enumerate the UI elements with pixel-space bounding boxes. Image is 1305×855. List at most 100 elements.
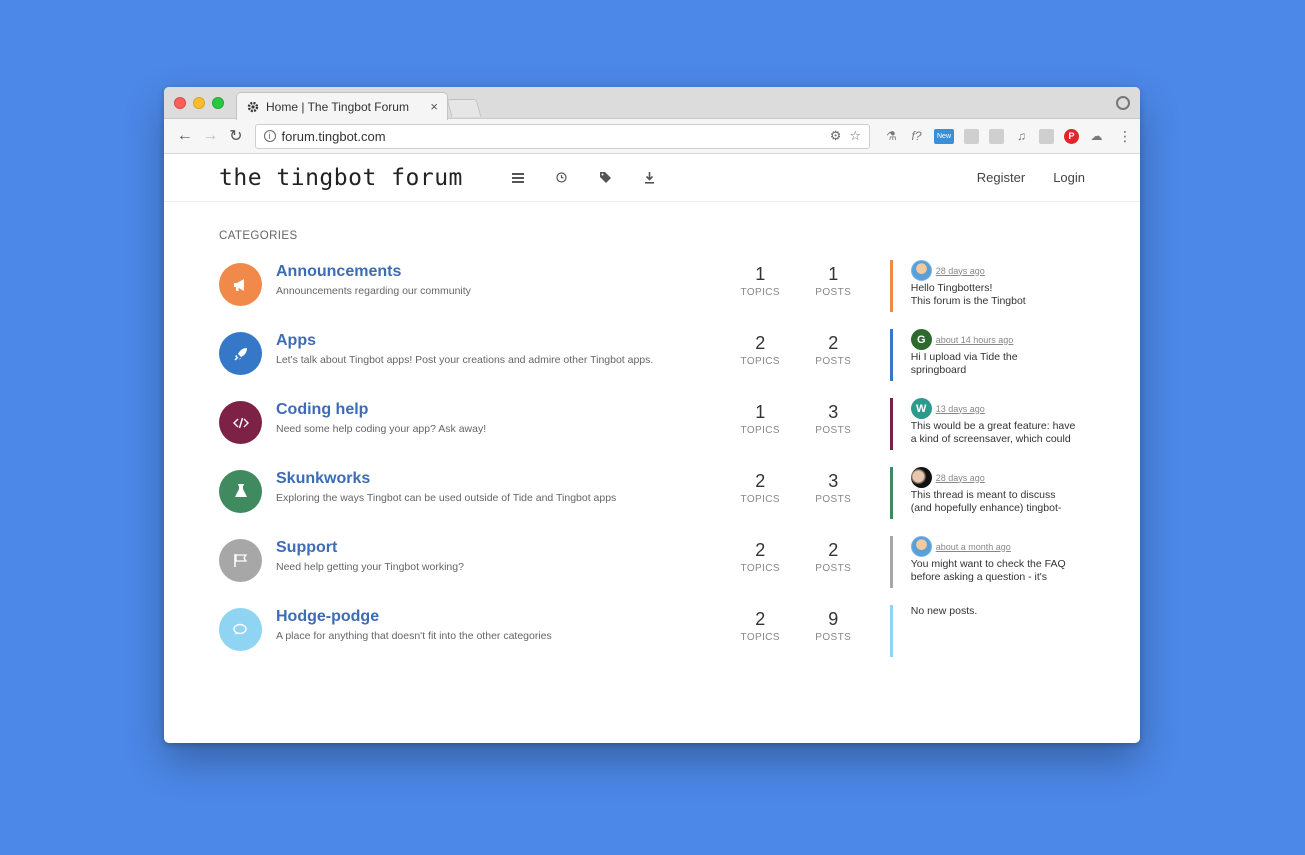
content-settings-icon[interactable]: ⚙ bbox=[830, 128, 842, 144]
browser-menu-icon[interactable]: ⋮ bbox=[1118, 128, 1132, 145]
posts-label: POSTS bbox=[815, 632, 852, 643]
posts-number: 1 bbox=[828, 264, 839, 284]
posts-count: 1 POSTS bbox=[797, 260, 870, 298]
category-name-link[interactable]: Announcements bbox=[276, 263, 724, 281]
category-flask-icon[interactable] bbox=[219, 470, 262, 513]
tab-strip: Home | The Tingbot Forum × bbox=[164, 87, 1140, 120]
category-description: Exploring the ways Tingbot can be used o… bbox=[276, 492, 617, 504]
zoom-window-button[interactable] bbox=[212, 97, 224, 109]
clock-icon[interactable] bbox=[555, 171, 569, 185]
category-name-link[interactable]: Skunkworks bbox=[276, 470, 724, 488]
category-description: A place for anything that doesn't fit in… bbox=[276, 630, 552, 642]
music-extension-icon[interactable]: ♫ bbox=[1014, 129, 1029, 144]
latest-post-time-link[interactable]: about 14 hours ago bbox=[936, 335, 1014, 345]
category-name-link[interactable]: Hodge-podge bbox=[276, 608, 724, 626]
topics-number: 1 bbox=[755, 402, 766, 422]
latest-post-excerpt[interactable]: Hello Tingbotters! This forum is the Ting… bbox=[911, 282, 1085, 307]
close-window-button[interactable] bbox=[174, 97, 186, 109]
category-name-link[interactable]: Coding help bbox=[276, 401, 724, 419]
topics-count: 2 TOPICS bbox=[724, 467, 797, 505]
topics-label: TOPICS bbox=[740, 287, 780, 298]
microscope-extension-icon[interactable]: ⚗ bbox=[884, 129, 899, 144]
latest-post: Gabout 14 hours ago Hi I upload via Tide … bbox=[889, 329, 1085, 381]
download-icon[interactable] bbox=[643, 171, 657, 185]
posts-label: POSTS bbox=[815, 494, 852, 505]
posts-count: 9 POSTS bbox=[797, 605, 870, 643]
chat-extension-icon[interactable] bbox=[1039, 128, 1055, 144]
function-extension-icon[interactable]: f? bbox=[909, 129, 924, 144]
register-link[interactable]: Register bbox=[977, 170, 1025, 185]
tags-icon[interactable] bbox=[599, 171, 613, 185]
reload-icon[interactable]: ↻ bbox=[223, 126, 249, 146]
latest-post-excerpt[interactable]: This thread is meant to discuss (and hope… bbox=[911, 489, 1085, 514]
excerpt-line: before asking a question - it's bbox=[910, 570, 1047, 583]
info-icon[interactable]: i bbox=[263, 130, 276, 142]
category-rocket-icon[interactable] bbox=[219, 332, 262, 375]
extensions-area: ⚗ f? New ♫ P ☁ ⋮ bbox=[884, 128, 1132, 145]
category-row: Apps Let's talk about Tingbot apps! Post … bbox=[219, 329, 1085, 398]
user-avatar-letter[interactable]: G bbox=[910, 329, 932, 350]
tab-close-icon[interactable]: × bbox=[430, 99, 438, 114]
topics-label: TOPICS bbox=[740, 425, 780, 436]
category-megaphone-icon[interactable] bbox=[219, 263, 262, 306]
latest-post-excerpt[interactable]: This would be a great feature: have a kin… bbox=[911, 420, 1085, 445]
new-badge-extension-icon[interactable]: New bbox=[934, 128, 955, 144]
latest-post-time-link[interactable]: about a month ago bbox=[936, 542, 1011, 552]
pinterest-extension-icon[interactable]: P bbox=[1064, 128, 1080, 144]
category-code-icon[interactable] bbox=[219, 401, 262, 444]
category-name-link[interactable]: Support bbox=[276, 539, 724, 557]
excerpt-line: This thread is meant to discuss bbox=[910, 489, 1056, 501]
latest-post-excerpt[interactable]: Hi I upload via Tide the springboard bbox=[911, 351, 1085, 376]
category-info: Hodge-podge A place for anything that doe… bbox=[276, 605, 724, 642]
latest-post-time-link[interactable]: 13 days ago bbox=[936, 404, 985, 414]
category-description: Need some help coding your app? Ask away… bbox=[276, 423, 487, 435]
category-name-link[interactable]: Apps bbox=[276, 332, 724, 350]
latest-post-time-link[interactable]: 28 days ago bbox=[936, 266, 985, 276]
categories-section: CATEGORIES Announcements Announcements re… bbox=[164, 202, 1140, 674]
back-arrow-icon[interactable]: ← bbox=[172, 127, 198, 145]
category-info: Announcements Announcements regarding our… bbox=[276, 260, 724, 297]
posts-label: POSTS bbox=[815, 287, 852, 298]
topics-number: 2 bbox=[755, 609, 766, 629]
category-row: Coding help Need some help coding your ap… bbox=[219, 398, 1085, 467]
document-extension-icon[interactable] bbox=[964, 128, 980, 144]
auth-links: Register Login bbox=[977, 170, 1085, 185]
user-avatar[interactable] bbox=[910, 260, 932, 281]
forum-header: the tingbot forum Register Login bbox=[164, 154, 1140, 202]
excerpt-line: Hello Tingbotters! bbox=[910, 282, 993, 294]
posts-count: 3 POSTS bbox=[797, 467, 870, 505]
no-posts-text: No new posts. bbox=[910, 605, 978, 617]
profile-icon[interactable] bbox=[1116, 96, 1130, 110]
latest-post-time-link[interactable]: 28 days ago bbox=[936, 473, 985, 483]
category-comments-icon[interactable] bbox=[219, 608, 262, 651]
latest-post-excerpt[interactable]: You might want to check the FAQ before as… bbox=[911, 558, 1085, 583]
topics-label: TOPICS bbox=[740, 563, 780, 574]
category-flag-icon[interactable] bbox=[219, 539, 262, 582]
excerpt-line: Hi I upload via Tide the bbox=[910, 351, 1018, 363]
excerpt-line: This would be a great feature: have bbox=[910, 420, 1076, 432]
user-avatar-letter[interactable]: W bbox=[910, 398, 932, 419]
forward-arrow-icon[interactable]: → bbox=[198, 127, 224, 145]
browser-tab-active[interactable]: Home | The Tingbot Forum × bbox=[236, 92, 448, 120]
user-avatar[interactable] bbox=[910, 536, 932, 557]
latest-post-header: W 13 days ago bbox=[910, 398, 1085, 419]
list-icon[interactable] bbox=[511, 171, 525, 185]
minimize-window-button[interactable] bbox=[193, 97, 205, 109]
posts-number: 9 bbox=[828, 609, 839, 629]
category-row: Skunkworks Exploring the ways Tingbot can… bbox=[219, 467, 1085, 536]
excerpt-line: springboard bbox=[910, 363, 967, 376]
login-link[interactable]: Login bbox=[1053, 170, 1085, 185]
puzzle-extension-icon[interactable] bbox=[989, 128, 1005, 144]
excerpt-line: This forum is the Tingbot bbox=[910, 294, 1026, 307]
category-info: Apps Let's talk about Tingbot apps! Post … bbox=[276, 329, 724, 366]
user-avatar[interactable] bbox=[910, 467, 932, 488]
posts-label: POSTS bbox=[815, 563, 852, 574]
new-tab-button[interactable] bbox=[446, 99, 482, 117]
address-bar[interactable]: i forum.tingbot.com ⚙ ☆ bbox=[254, 123, 871, 149]
cloud-extension-icon[interactable]: ☁ bbox=[1089, 129, 1104, 144]
star-bookmark-icon[interactable]: ☆ bbox=[849, 128, 861, 144]
forum-logo[interactable]: the tingbot forum bbox=[219, 165, 463, 191]
topics-number: 2 bbox=[755, 471, 766, 491]
topics-count: 1 TOPICS bbox=[724, 398, 797, 436]
topics-label: TOPICS bbox=[740, 632, 780, 643]
